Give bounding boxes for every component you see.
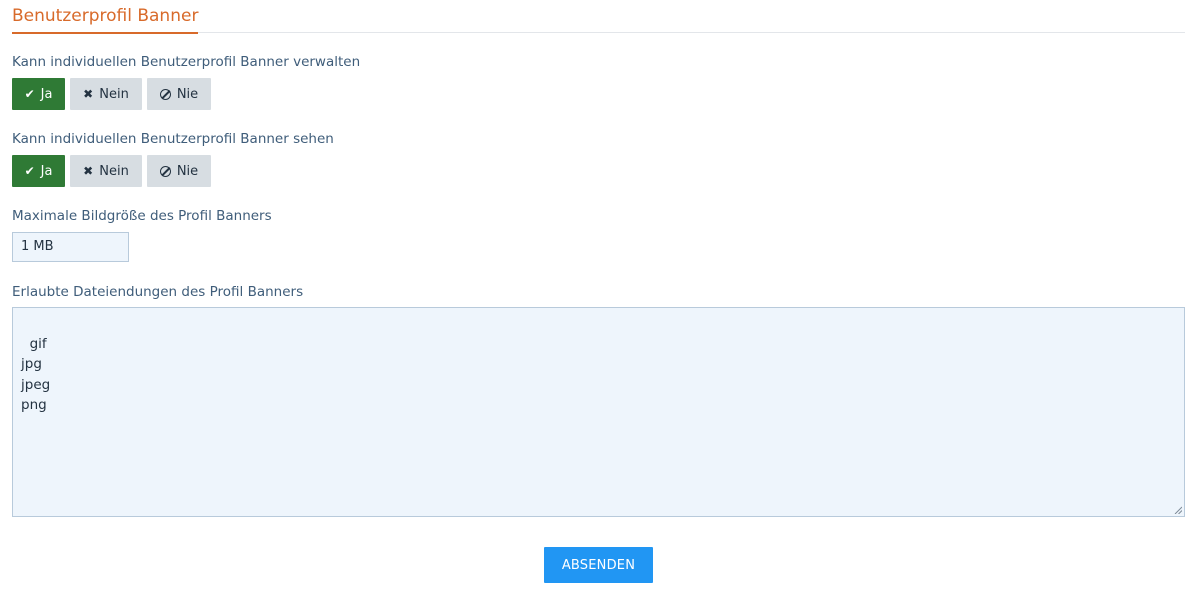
section-title-underline bbox=[12, 32, 198, 34]
manage-banner-yes-label: Ja bbox=[40, 86, 53, 102]
resize-handle-icon[interactable] bbox=[1174, 506, 1182, 514]
manage-banner-never-label: Nie bbox=[176, 86, 199, 102]
manage-banner-no-label: Nein bbox=[99, 86, 129, 102]
view-banner-never-button[interactable]: Nie bbox=[147, 155, 211, 187]
max-size-input[interactable]: 1 MB bbox=[12, 232, 129, 262]
view-banner-yes-button[interactable]: ✔ Ja bbox=[12, 155, 65, 187]
view-banner-no-label: Nein bbox=[99, 163, 129, 179]
manage-banner-never-button[interactable]: Nie bbox=[147, 78, 211, 110]
manage-banner-label: Kann individuellen Benutzerprofil Banner… bbox=[12, 54, 361, 70]
never-icon bbox=[159, 88, 171, 100]
never-icon bbox=[159, 165, 171, 177]
view-banner-no-button[interactable]: ✖ Nein bbox=[70, 155, 142, 187]
extensions-text: gif jpg jpeg png bbox=[21, 335, 51, 414]
section-header: Benutzerprofil Banner bbox=[12, 0, 1185, 34]
manage-banner-yes-button[interactable]: ✔ Ja bbox=[12, 78, 65, 110]
check-icon: ✔ bbox=[24, 164, 35, 178]
x-icon: ✖ bbox=[83, 87, 94, 101]
max-size-label: Maximale Bildgröße des Profil Banners bbox=[12, 208, 272, 224]
x-icon: ✖ bbox=[83, 164, 94, 178]
manage-banner-no-button[interactable]: ✖ Nein bbox=[70, 78, 142, 110]
submit-button[interactable]: ABSENDEN bbox=[544, 547, 653, 583]
view-banner-label: Kann individuellen Benutzerprofil Banner… bbox=[12, 131, 334, 147]
view-banner-yes-label: Ja bbox=[40, 163, 53, 179]
section-title: Benutzerprofil Banner bbox=[12, 6, 199, 26]
check-icon: ✔ bbox=[24, 87, 35, 101]
extensions-label: Erlaubte Dateiendungen des Profil Banner… bbox=[12, 284, 304, 300]
extensions-textarea[interactable]: gif jpg jpeg png bbox=[12, 307, 1185, 517]
view-banner-never-label: Nie bbox=[176, 163, 199, 179]
